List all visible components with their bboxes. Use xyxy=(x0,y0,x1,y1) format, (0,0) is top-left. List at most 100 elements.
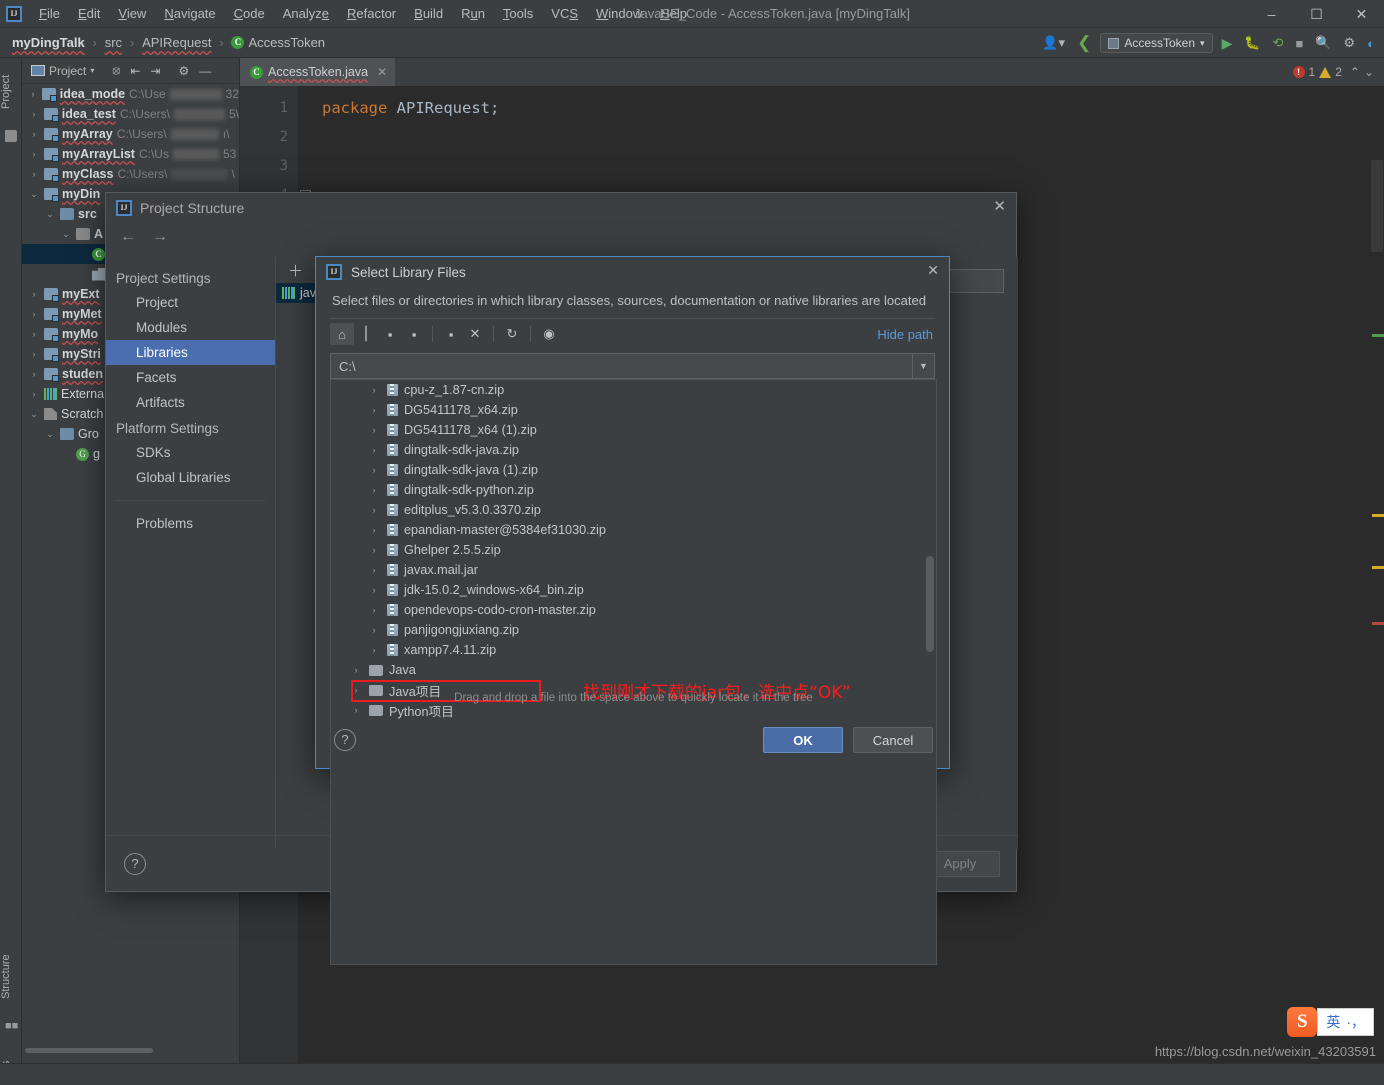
gear-icon[interactable]: ⚙ xyxy=(1340,35,1358,51)
next-problem-icon[interactable]: ⌄ xyxy=(1364,65,1374,79)
chevron-right-icon[interactable]: › xyxy=(367,605,381,615)
file-row[interactable]: › dingtalk-sdk-python.zip xyxy=(331,480,936,500)
help-icon[interactable]: ◐ xyxy=(1364,36,1378,51)
file-row[interactable]: › jdk-15.0.2_windows-x64_bin.zip xyxy=(331,580,936,600)
forward-arrow-icon[interactable]: → xyxy=(152,228,168,246)
home-icon[interactable]: ⌂ xyxy=(330,323,354,345)
chevron-right-icon[interactable]: › xyxy=(367,545,381,555)
chevron-right-icon[interactable]: › xyxy=(367,385,381,395)
file-tree[interactable]: › cpu-z_1.87-cn.zip › DG5411178_x64.zip › D… xyxy=(330,379,937,965)
toolbar-right[interactable]: 👤▾ ❮ AccessToken ▾ ▶ 🐛 ⟲ ■ 🔍 ⚙ ◐ xyxy=(1039,28,1378,58)
run-configuration-selector[interactable]: AccessToken ▾ xyxy=(1100,33,1213,53)
menu-item-refactor[interactable]: Refactor xyxy=(338,3,405,24)
menu-item-vcs[interactable]: VCS xyxy=(542,3,587,24)
project-structure-nav[interactable]: ← → xyxy=(106,223,1016,251)
menu-item-navigate[interactable]: Navigate xyxy=(155,3,224,24)
locate-icon[interactable]: ⦻ xyxy=(107,63,125,78)
chevron-down-icon[interactable]: ⌄ xyxy=(28,409,40,420)
menu-item-analyze[interactable]: Analyze xyxy=(274,3,338,24)
file-row[interactable]: › editplus_v5.3.0.3370.zip xyxy=(331,500,936,520)
ime-status-bar[interactable]: S 英 ·， xyxy=(1287,1007,1374,1037)
file-row[interactable]: › dingtalk-sdk-java (1).zip xyxy=(331,460,936,480)
chevron-right-icon[interactable]: › xyxy=(367,465,381,475)
chevron-down-icon[interactable]: ⌄ xyxy=(44,429,56,440)
run-icon[interactable]: ▶ xyxy=(1219,35,1236,52)
debug-icon[interactable]: 🐛 xyxy=(1241,35,1263,51)
tool-window-project[interactable]: Project xyxy=(0,62,22,122)
tree-row-myarraylist[interactable]: › myArrayList C:\Us 53 xyxy=(22,144,239,164)
file-row[interactable]: › epandian-master@5384ef31030.zip xyxy=(331,520,936,540)
sidebar-item-artifacts[interactable]: Artifacts xyxy=(106,390,275,415)
chevron-right-icon[interactable]: › xyxy=(349,665,363,675)
gear-icon[interactable]: ⚙ xyxy=(173,64,194,78)
cancel-button[interactable]: Cancel xyxy=(853,727,933,753)
chevron-right-icon[interactable]: › xyxy=(367,585,381,595)
menu-bar[interactable]: File Edit View Navigate Code Analyze Ref… xyxy=(30,3,696,24)
show-hidden-icon[interactable]: ◉ xyxy=(537,323,561,345)
desktop-icon[interactable]: ⎮ xyxy=(354,323,378,345)
stop-icon[interactable]: ■ xyxy=(1292,36,1306,51)
breadcrumb-src[interactable]: src xyxy=(101,33,126,52)
chevron-right-icon[interactable]: › xyxy=(367,645,381,655)
chevron-right-icon[interactable]: › xyxy=(367,425,381,435)
breadcrumb-project[interactable]: myDingTalk xyxy=(8,33,89,52)
close-icon[interactable]: ✕ xyxy=(377,65,387,79)
ime-mode-bar[interactable]: 英 ·， xyxy=(1317,1008,1374,1036)
file-row[interactable]: › DG5411178_x64 (1).zip xyxy=(331,420,936,440)
menu-item-edit[interactable]: Edit xyxy=(69,3,109,24)
file-row-javax-mail-jar[interactable]: › javax.mail.jar xyxy=(331,560,936,580)
project-panel-toolbar[interactable]: Project ▾ ⦻ ⇤ ⇥ ⚙ — xyxy=(22,58,239,84)
breadcrumb-package[interactable]: APIRequest xyxy=(138,33,215,52)
chevron-right-icon[interactable]: › xyxy=(28,289,40,299)
chevron-right-icon[interactable]: › xyxy=(28,149,40,159)
chevron-right-icon[interactable]: › xyxy=(28,309,40,319)
project-structure-sidebar[interactable]: Project Settings Project Modules Librari… xyxy=(106,257,276,849)
chevron-right-icon[interactable]: › xyxy=(367,525,381,535)
help-icon[interactable]: ? xyxy=(334,729,356,751)
chevron-right-icon[interactable]: › xyxy=(367,445,381,455)
sidebar-item-global-libraries[interactable]: Global Libraries xyxy=(106,465,275,490)
breadcrumb-class[interactable]: C AccessToken xyxy=(227,33,329,52)
help-icon[interactable]: ? xyxy=(124,852,146,875)
menu-item-run[interactable]: Run xyxy=(452,3,494,24)
new-folder-icon[interactable]: ▪ xyxy=(439,323,463,345)
refresh-icon[interactable]: ↻ xyxy=(500,323,524,345)
close-icon[interactable]: ✕ xyxy=(927,262,939,279)
menu-item-tools[interactable]: Tools xyxy=(494,3,542,24)
menu-item-build[interactable]: Build xyxy=(405,3,452,24)
select-library-files-dialog[interactable]: IJ Select Library Files ✕ Select files o… xyxy=(315,256,950,965)
chevron-right-icon[interactable]: › xyxy=(28,129,40,139)
path-field[interactable]: C:\ ▼ xyxy=(330,353,935,379)
file-row[interactable]: › dingtalk-sdk-java.zip xyxy=(331,440,936,460)
minimize-button[interactable]: – xyxy=(1249,0,1294,28)
sidebar-item-modules[interactable]: Modules xyxy=(106,315,275,340)
file-row[interactable]: › Java xyxy=(331,660,936,680)
sidebar-item-problems[interactable]: Problems xyxy=(106,511,275,536)
hide-icon[interactable]: — xyxy=(194,64,216,78)
chevron-down-icon[interactable]: ⌄ xyxy=(44,209,56,220)
project-view-selector[interactable]: Project ▾ xyxy=(26,64,99,78)
menu-item-file[interactable]: File xyxy=(30,3,69,24)
chevron-right-icon[interactable]: › xyxy=(28,369,40,379)
editor-marker-bar[interactable] xyxy=(1370,114,1384,1085)
marker-warning-2[interactable] xyxy=(1372,566,1384,569)
select-library-files-buttons[interactable]: OK Cancel xyxy=(763,727,933,753)
sidebar-item-libraries[interactable]: Libraries xyxy=(106,340,275,365)
back-arrow-icon[interactable]: ❮ xyxy=(1074,33,1094,53)
tree-row-idea-mode[interactable]: › idea_mode C:\Use 32 xyxy=(22,84,239,104)
collapse-folder-icon[interactable]: ▪ xyxy=(402,323,426,345)
chevron-right-icon[interactable]: › xyxy=(28,389,40,399)
menu-item-view[interactable]: View xyxy=(109,3,155,24)
file-row[interactable]: › panjigongjuxiang.zip xyxy=(331,620,936,640)
ime-mode-label[interactable]: 英 xyxy=(1326,1012,1340,1032)
collapse-all-icon[interactable]: ⇥ xyxy=(145,64,165,78)
chevron-right-icon[interactable]: › xyxy=(28,169,40,179)
chevron-right-icon[interactable]: › xyxy=(367,625,381,635)
editor-scrollbar-thumb[interactable] xyxy=(1371,160,1383,252)
path-value[interactable]: C:\ xyxy=(331,359,912,374)
coverage-icon[interactable]: ⟲ xyxy=(1270,35,1287,51)
sidebar-item-sdks[interactable]: SDKs xyxy=(106,440,275,465)
marker-error[interactable] xyxy=(1372,622,1384,625)
ok-button[interactable]: OK xyxy=(763,727,843,753)
tree-row-idea-test[interactable]: › idea_test C:\Users\ 5\ xyxy=(22,104,239,124)
